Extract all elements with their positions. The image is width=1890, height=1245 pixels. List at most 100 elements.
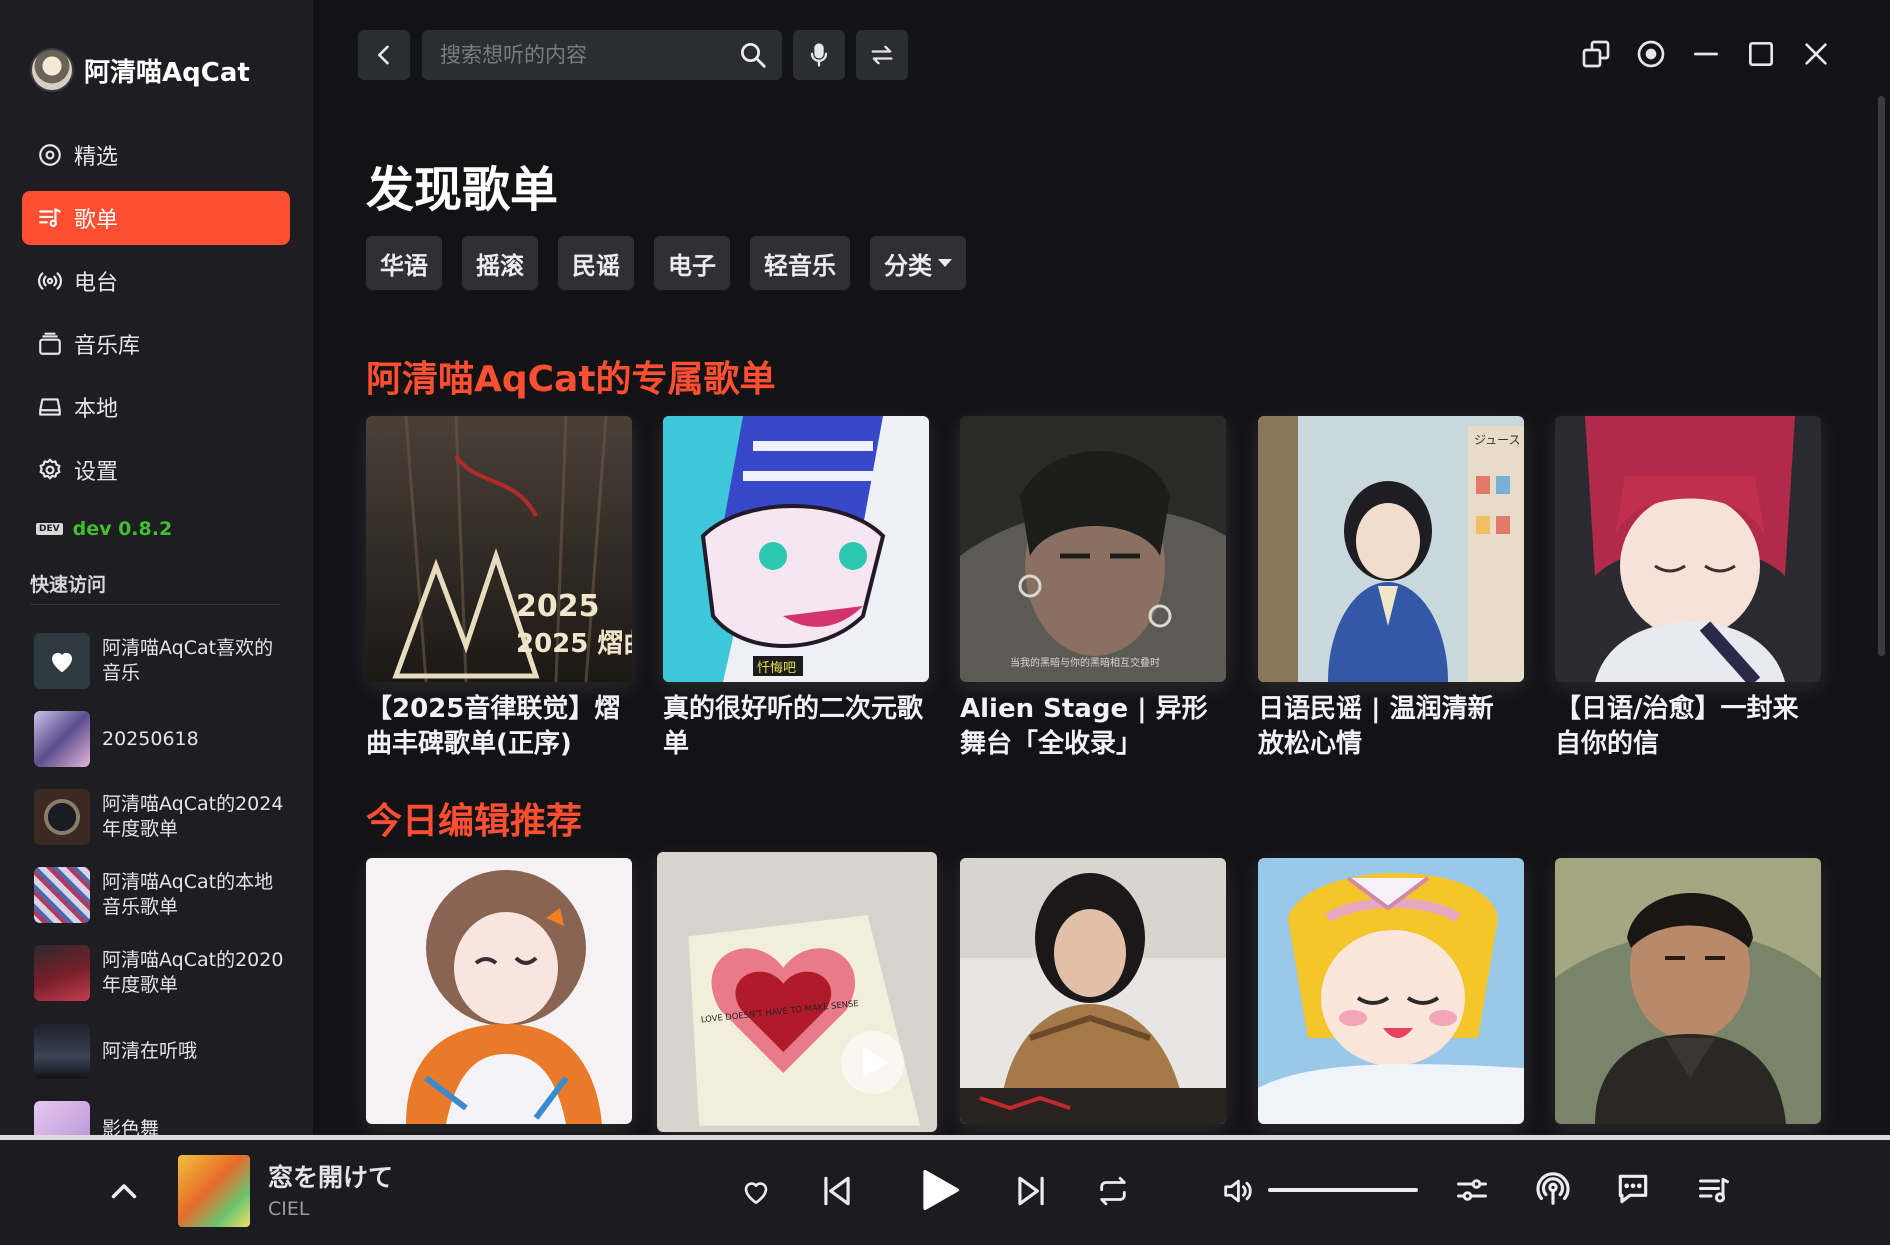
category-dropdown[interactable]: 分类 xyxy=(870,236,966,290)
playlist-cover xyxy=(34,633,90,689)
sidebar-item-settings[interactable]: 设置 xyxy=(22,443,290,497)
gear-icon xyxy=(36,456,64,484)
playlist-card[interactable] xyxy=(960,858,1226,1124)
maximize-button[interactable] xyxy=(1743,36,1779,72)
cover-text: 当我的黑暗与你的黑暗相互交叠时 xyxy=(1010,656,1160,669)
playlist-cover: 2025 2025 熠曲丰碑 xyxy=(366,416,632,682)
compass-icon xyxy=(36,141,64,169)
sidebar-item-playlists[interactable]: 歌单 xyxy=(22,191,290,245)
cover-text: 忏悔吧 xyxy=(757,661,796,676)
skip-next-icon xyxy=(1018,1176,1044,1206)
close-button[interactable] xyxy=(1798,36,1834,72)
next-button[interactable] xyxy=(1012,1172,1050,1210)
playlist-title: 真的很好听的二次元歌单 xyxy=(663,694,924,759)
playlist-cover: 当我的黑暗与你的黑暗相互交叠时 xyxy=(960,416,1226,682)
playlist-cover: LOVE DOESN'T HAVE TO MAKE SENSE xyxy=(657,852,937,1132)
search-input[interactable] xyxy=(440,43,738,67)
now-playing-artist[interactable]: CIEL xyxy=(268,1198,309,1220)
quick-access-item[interactable]: 阿清喵AqCat喜欢的音乐 xyxy=(34,622,290,700)
brand[interactable]: 阿清喵AqCat xyxy=(30,48,250,92)
playlist-cover xyxy=(34,945,90,1001)
playlist-title: 日语民谣 | 温润清新 放松心情 xyxy=(1258,694,1494,759)
mini-mode-button[interactable] xyxy=(1578,36,1614,72)
version-text: dev 0.8.2 xyxy=(72,518,173,540)
playlist-card[interactable]: 【日语/治愈】一封来自你的信 xyxy=(1555,416,1821,762)
swap-icon xyxy=(871,45,893,65)
sidebar-item-label: 音乐库 xyxy=(74,334,141,359)
skip-previous-icon xyxy=(824,1176,850,1206)
like-button[interactable] xyxy=(740,1176,772,1208)
sidebar-item-label: 设置 xyxy=(74,460,119,485)
maximize-icon xyxy=(1749,42,1773,66)
record-button[interactable] xyxy=(1633,36,1669,72)
playlist-cover xyxy=(1555,416,1821,682)
playlist-card[interactable] xyxy=(1555,858,1821,1124)
repeat-button[interactable] xyxy=(1096,1174,1130,1208)
quick-access-item[interactable]: 阿清喵AqCat的2024年度歌单 xyxy=(34,778,290,856)
heart-outline-icon xyxy=(744,1182,768,1204)
quick-access-label: 阿清在听哦 xyxy=(102,1039,198,1062)
comment-icon xyxy=(1618,1174,1648,1204)
cast-button[interactable] xyxy=(1534,1170,1572,1208)
quick-access-label: 阿清喵AqCat的2024年度歌单 xyxy=(102,793,284,840)
quick-access-label: 阿清喵AqCat喜欢的音乐 xyxy=(102,637,274,684)
playlist-title: 【日语/治愈】一封来自你的信 xyxy=(1555,694,1799,759)
volume-slider[interactable] xyxy=(1268,1188,1418,1192)
volume-button[interactable] xyxy=(1220,1174,1254,1208)
sidebar-item-featured[interactable]: 精选 xyxy=(22,128,290,182)
queue-icon xyxy=(1699,1178,1729,1203)
playlist-cover xyxy=(34,789,90,845)
dev-badge: DEV xyxy=(36,523,63,535)
tag-chinese[interactable]: 华语 xyxy=(366,236,442,290)
comments-button[interactable] xyxy=(1614,1170,1652,1208)
back-button[interactable] xyxy=(358,30,410,80)
play-button[interactable] xyxy=(912,1164,964,1216)
playlist-cover xyxy=(1258,858,1524,1124)
minimize-button[interactable] xyxy=(1688,36,1724,72)
tag-light-music[interactable]: 轻音乐 xyxy=(750,236,850,290)
tag-rock[interactable]: 摇滚 xyxy=(462,236,538,290)
quick-access-item[interactable]: 阿清在听哦 xyxy=(34,1012,290,1090)
scrollbar[interactable] xyxy=(1878,96,1885,656)
user-avatar[interactable] xyxy=(30,48,74,92)
sidebar-item-library[interactable]: 音乐库 xyxy=(22,317,290,371)
sidebar-item-local[interactable]: 本地 xyxy=(22,380,290,434)
previous-button[interactable] xyxy=(818,1172,856,1210)
playlist-cover xyxy=(960,858,1226,1124)
broadcast-icon xyxy=(1536,1172,1570,1205)
now-playing-title[interactable]: 窓を開けて xyxy=(268,1158,393,1194)
playlist-card[interactable]: 当我的黑暗与你的黑暗相互交叠时 Alien Stage | 异形舞台「全收录」 xyxy=(960,416,1226,762)
tag-folk[interactable]: 民谣 xyxy=(558,236,634,290)
tag-electronic[interactable]: 电子 xyxy=(654,236,730,290)
voice-search-button[interactable] xyxy=(793,30,845,80)
heart-icon xyxy=(52,652,72,673)
playlist-card[interactable]: ジュース 日语民谣 | 温润清新 放松心情 xyxy=(1258,416,1524,762)
playlist-card[interactable]: LOVE DOESN'T HAVE TO MAKE SENSE xyxy=(657,852,937,1132)
chevron-up-icon xyxy=(111,1184,137,1199)
quick-access-item[interactable]: 阿清喵AqCat的本地音乐歌单 xyxy=(34,856,290,934)
playlist-cover: ジュース xyxy=(1258,416,1524,682)
playlist-card[interactable] xyxy=(366,858,632,1124)
expand-player-button[interactable] xyxy=(106,1174,142,1210)
drive-icon xyxy=(36,393,64,421)
now-playing-cover[interactable] xyxy=(178,1155,250,1227)
equalizer-button[interactable] xyxy=(1454,1172,1490,1208)
sidebar-item-radio[interactable]: 电台 xyxy=(22,254,290,308)
playlist-cover xyxy=(366,858,632,1124)
player-bar: 窓を開けて CIEL xyxy=(0,1140,1890,1245)
svg-text:2025: 2025 xyxy=(516,589,600,624)
quick-access-item[interactable]: 阿清喵AqCat的2020年度歌单 xyxy=(34,934,290,1012)
queue-button[interactable] xyxy=(1696,1172,1732,1208)
switch-button[interactable] xyxy=(856,30,908,80)
playlist-card[interactable]: 忏悔吧 真的很好听的二次元歌单 xyxy=(663,416,929,762)
chevron-left-icon xyxy=(378,45,389,65)
target-icon xyxy=(1637,40,1665,68)
page-title: 发现歌单 xyxy=(366,162,559,218)
sliders-icon xyxy=(1457,1179,1487,1201)
quick-access-item[interactable]: 20250618 xyxy=(34,700,290,778)
playlist-card[interactable]: 2025 2025 熠曲丰碑 【2025音律联觉】熠曲丰碑歌单(正序) xyxy=(366,416,632,762)
section-title-exclusive: 阿清喵AqCat的专属歌单 xyxy=(366,359,776,400)
playlist-card[interactable] xyxy=(1258,858,1524,1124)
microphone-icon xyxy=(810,43,828,67)
playlist-title: Alien Stage | 异形舞台「全收录」 xyxy=(960,694,1208,759)
